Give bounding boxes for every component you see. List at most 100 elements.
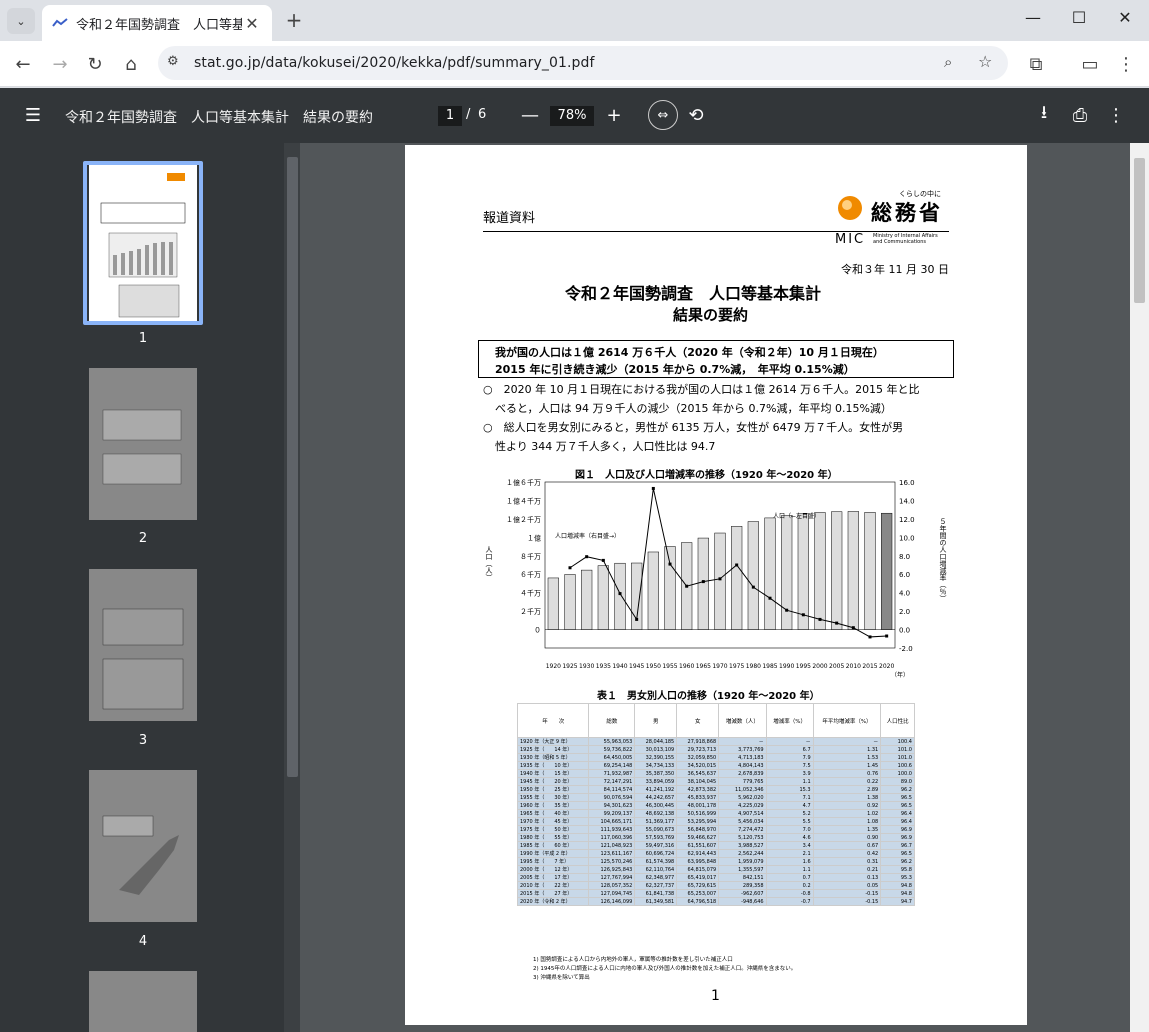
- table-row: 1995 年（ 7 年） 125,570,246 61,574,398 63,995,…: [516, 857, 915, 866]
- table-cell: 2010 年（ 22 年）: [516, 881, 590, 890]
- table-cell: 69,254,148: [588, 761, 636, 770]
- bookmark-star-icon[interactable]: ☆: [978, 52, 992, 71]
- table-cell: 100.4: [880, 737, 915, 746]
- print-icon[interactable]: ⎙: [1068, 103, 1092, 127]
- table-cell: 1980 年（ 55 年）: [516, 833, 590, 842]
- new-tab-button[interactable]: +: [283, 8, 305, 32]
- table-cell: 96.4: [880, 817, 915, 826]
- thumbnail-page-3[interactable]: [89, 569, 197, 721]
- maximize-icon[interactable]: ☐: [1066, 8, 1092, 32]
- pdf-title: 令和２年国勢調査 人口等基本集計 結果の要約: [65, 110, 373, 126]
- table-cell: 64,796,518: [676, 897, 720, 906]
- table-cell: 7.9: [765, 753, 814, 762]
- table-row: 1960 年（ 35 年） 94,301,623 46,300,445 48,001,…: [516, 801, 915, 810]
- table-cell: -0.7: [765, 897, 814, 906]
- table-cell: 32,390,155: [634, 753, 678, 762]
- table-cell: 61,574,398: [634, 857, 678, 866]
- table-cell: 1.6: [765, 857, 814, 866]
- table-cell: 0.31: [812, 857, 882, 866]
- pdf-page-1: 報道資料 くらしの中に 総務省 MIC Ministry of Internal…: [405, 145, 1027, 1025]
- home-icon[interactable]: ⌂: [117, 50, 145, 78]
- x-tick-label: 1995: [796, 663, 811, 670]
- table-cell: 100.6: [880, 761, 915, 770]
- table-row: 1965 年（ 40 年） 99,209,137 48,692,138 50,516,…: [516, 809, 915, 818]
- sidebar-scroll-thumb[interactable]: [287, 157, 298, 777]
- annotation-population: 人口（←左目盛）: [773, 512, 820, 520]
- minimize-icon[interactable]: —: [1020, 8, 1046, 32]
- population-bar: [614, 562, 626, 630]
- table-cell: 50,516,999: [676, 809, 720, 818]
- close-window-icon[interactable]: ✕: [1112, 8, 1138, 32]
- table-cell: 71,932,987: [588, 769, 636, 778]
- page-number-input[interactable]: 1: [438, 106, 462, 126]
- table-cell: 62,914,443: [676, 849, 720, 858]
- table-cell: 126,146,099: [588, 897, 636, 906]
- browser-tab[interactable]: 令和２年国勢調査 人口等基本 ✕: [42, 5, 272, 41]
- table-header-cell: 増減率（%）: [765, 703, 814, 738]
- growth-rate-point: [835, 621, 839, 625]
- table-cell: 5,962,020: [718, 793, 767, 802]
- table-cell: 89.0: [880, 777, 915, 786]
- table-cell: 36,545,637: [676, 769, 720, 778]
- table-cell: -0.15: [812, 889, 882, 898]
- table-cell: 1.1: [765, 865, 814, 874]
- table-cell: 779,765: [718, 777, 767, 786]
- table-cell: 4.6: [765, 833, 814, 842]
- x-tick-label: 1925: [562, 663, 577, 670]
- more-actions-icon[interactable]: ⋮: [1104, 103, 1128, 127]
- site-info-icon[interactable]: ⚙: [167, 54, 179, 69]
- table-cell: 1.45: [812, 761, 882, 770]
- zoom-out-icon[interactable]: —: [518, 103, 542, 127]
- x-tick-label: 1960: [679, 663, 694, 670]
- menu-dots-icon[interactable]: ⋮: [1112, 50, 1140, 78]
- zoom-icon[interactable]: ⌕: [944, 53, 952, 71]
- address-bar[interactable]: ⚙ stat.go.jp/data/kokusei/2020/kekka/pdf…: [158, 46, 1008, 80]
- extensions-icon[interactable]: ⧉: [1022, 50, 1050, 78]
- zoom-input[interactable]: 78%: [550, 106, 594, 126]
- hamburger-menu-icon[interactable]: ☰: [21, 103, 45, 127]
- table-cell: 1.35: [812, 825, 882, 834]
- table-cell: 2000 年（ 12 年）: [516, 865, 590, 874]
- x-tick-label: 2010: [846, 663, 861, 670]
- table-cell: 1955 年（ 30 年）: [516, 793, 590, 802]
- header-rule: [483, 231, 949, 232]
- fit-page-icon[interactable]: ⇔: [648, 100, 678, 130]
- logo-name: 総務省: [871, 201, 943, 225]
- table-cell: 95.3: [880, 873, 915, 882]
- table-cell: 1960 年（ 35 年）: [516, 801, 590, 810]
- thumbnail-page-5[interactable]: [89, 971, 197, 1032]
- bullet-1-line-1: ○ 2020 年 10 月１日現在における我が国の人口は１億 2614 万６千人…: [483, 383, 920, 396]
- table-row: 2000 年（ 12 年） 126,925,843 62,110,764 64,815…: [516, 865, 915, 874]
- table-row: 1985 年（ 60 年） 121,048,923 59,497,316 61,551…: [516, 841, 915, 850]
- forward-icon[interactable]: →: [46, 50, 74, 78]
- population-bar: [781, 515, 793, 630]
- growth-rate-point: [785, 608, 789, 612]
- thumbnail-page-4[interactable]: [89, 770, 197, 922]
- table-cell: 61,349,581: [634, 897, 678, 906]
- chevron-down-icon: ⌄: [16, 14, 26, 28]
- tab-search-button[interactable]: ⌄: [7, 8, 35, 34]
- close-tab-icon[interactable]: ✕: [242, 14, 262, 33]
- table-row: 1945 年（ 20 年） 72,147,291 33,894,059 38,104,…: [516, 777, 915, 786]
- population-bar: [597, 565, 609, 630]
- table-cell: 5.5: [765, 817, 814, 826]
- zoom-in-icon[interactable]: +: [602, 103, 626, 127]
- reload-icon[interactable]: ↻: [81, 50, 109, 78]
- table-cell: 1970 年（ 45 年）: [516, 817, 590, 826]
- thumbnail-page-1[interactable]: [89, 165, 197, 321]
- x-tick-label: 1955: [662, 663, 677, 670]
- table-cell: 1940 年（ 15 年）: [516, 769, 590, 778]
- download-icon[interactable]: ⭳: [1032, 102, 1056, 127]
- table-cell: 46,300,445: [634, 801, 678, 810]
- back-icon[interactable]: ←: [9, 50, 37, 78]
- table-cell: 5,120,753: [718, 833, 767, 842]
- table-cell: 84,114,574: [588, 785, 636, 794]
- table-cell: 60,696,724: [634, 849, 678, 858]
- table-header-row: 年 次総数男女増減数（人） 増減率（%） 年平均増減率（%） 人口性比: [516, 703, 915, 738]
- viewer-scroll-thumb[interactable]: [1134, 158, 1145, 303]
- rotate-icon[interactable]: ⟲: [684, 103, 708, 127]
- cast-icon[interactable]: ▭: [1076, 50, 1104, 78]
- thumbnail-page-2[interactable]: [89, 368, 197, 520]
- x-tick-label: 2000: [812, 663, 827, 670]
- table-cell: －: [812, 737, 882, 746]
